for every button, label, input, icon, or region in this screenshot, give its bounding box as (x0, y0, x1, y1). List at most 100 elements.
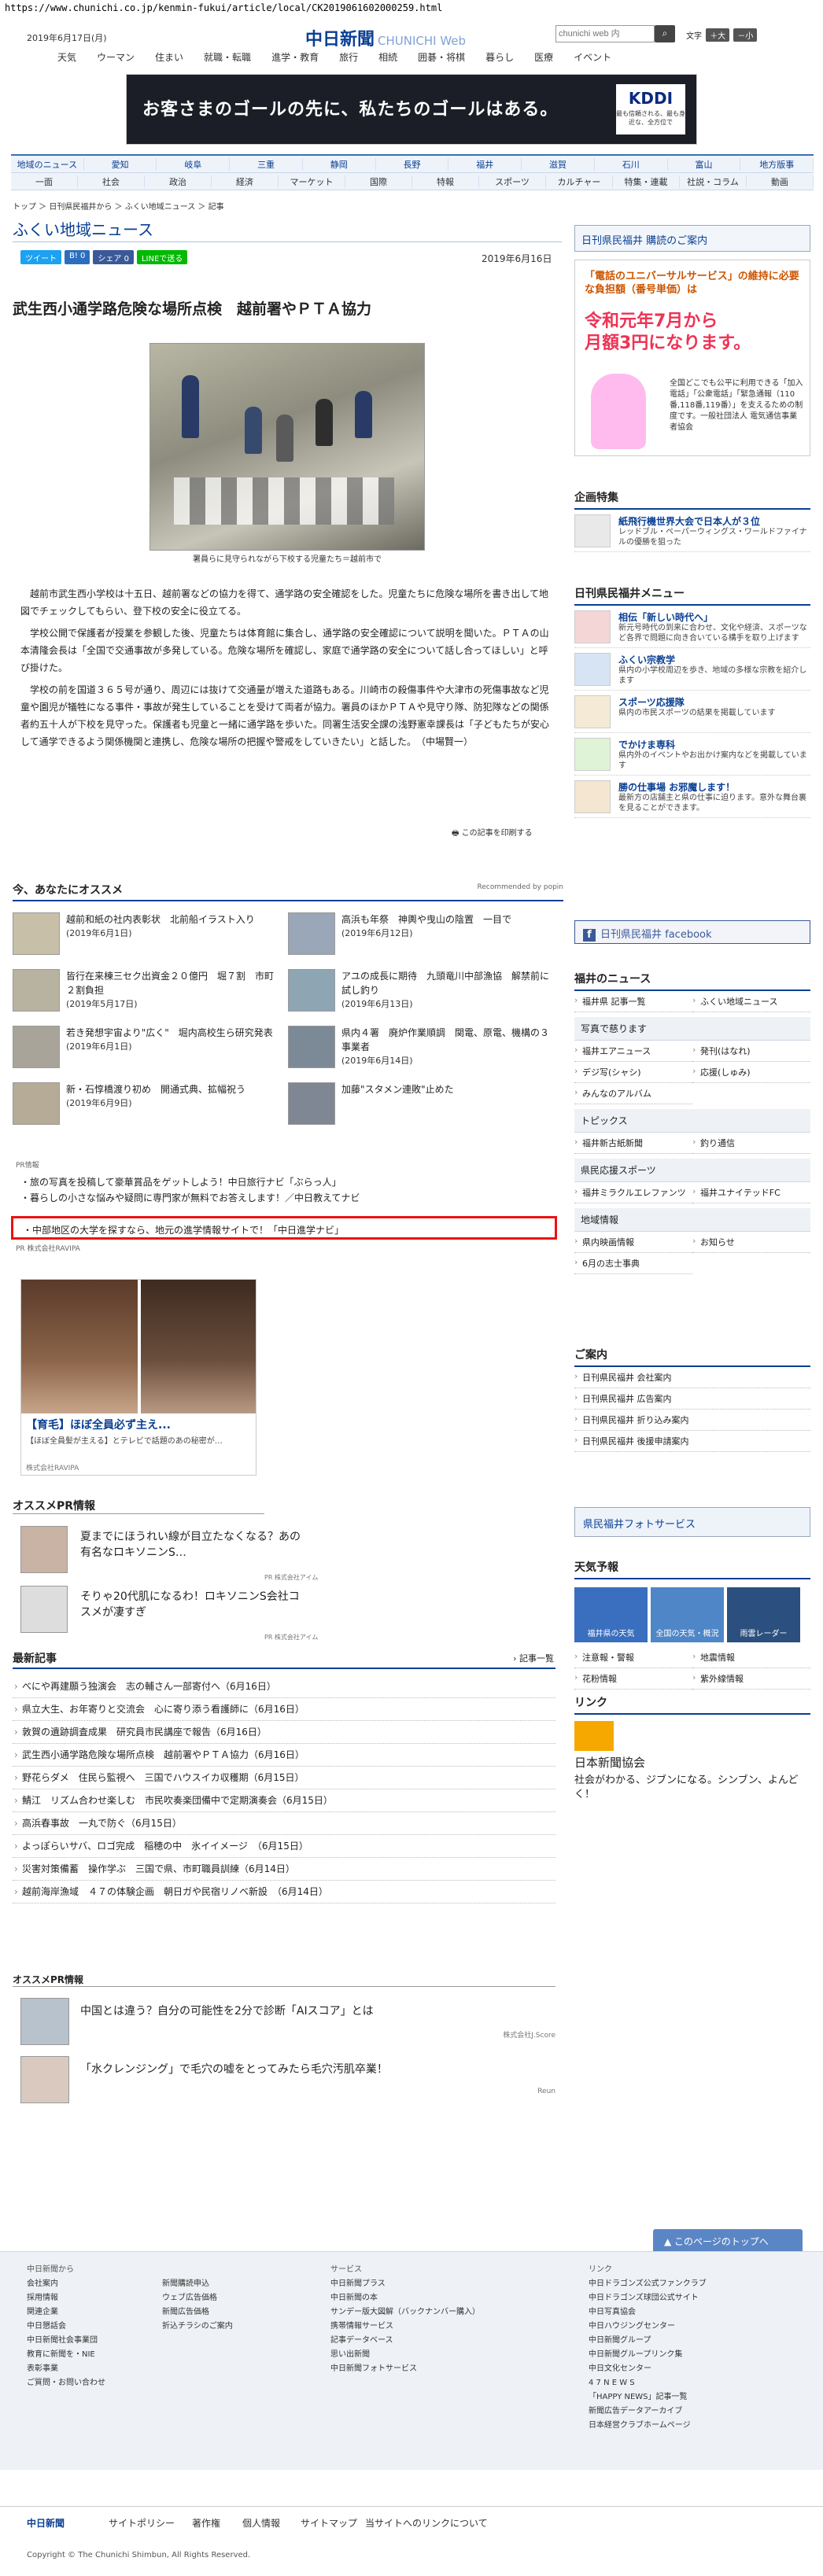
font-large-button[interactable]: ＋大 (706, 28, 730, 42)
region-nav-item[interactable]: 福井 (448, 157, 522, 171)
top-nav-item[interactable]: ウーマン (87, 50, 145, 64)
reco-item[interactable]: 新・石惇橋渡り初め 開通式典、拡幅祝う (2019年6月9日) (13, 1082, 280, 1128)
highlighted-pr-link[interactable]: ・中部地区の大学を探すなら、地元の進学情報サイトで！「中日進学ナビ」 (11, 1216, 557, 1240)
section-nav-item[interactable]: 社説・コラム (680, 175, 747, 188)
photo-link[interactable]: みんなのアルバム (574, 1083, 692, 1104)
hatena-button[interactable]: B! 0 (65, 250, 90, 264)
section-nav-item[interactable]: マーケット (279, 175, 345, 188)
fukui-news-link[interactable]: 福井県 記事一覧 (574, 991, 692, 1012)
photo-link[interactable]: 福井エアニュース (574, 1041, 692, 1062)
section-nav-item[interactable]: 特報 (412, 175, 479, 188)
osusume2-item[interactable]: 中国とは違う？自分の可能性を2分で診断「AIスコア」とは 株式会社J.Score (20, 1998, 555, 2045)
kigyo-item[interactable]: 紙飛行機世界大会で日本人が３位 レッドブル・ペーパーウィングス・ワールドファイナ… (574, 510, 810, 552)
reco-item[interactable]: 加藤"スタメン連敗"止めた (288, 1082, 555, 1128)
fukui-news-link[interactable]: ふくい地域ニュース (692, 991, 810, 1012)
menu-item[interactable]: ふくい宗教学 県内の小学校周辺を歩き、地域の多様な宗教を紹介します (574, 648, 810, 691)
facebook-link[interactable]: f 日刊県民福井 facebook (574, 920, 810, 944)
top-nav-item[interactable]: 医療 (524, 50, 563, 64)
footer-link[interactable]: ウェブ広告価格 (162, 2291, 233, 2305)
region-nav-item[interactable]: 富山 (668, 157, 741, 171)
weather-link[interactable]: 注意報・警報 (574, 1647, 692, 1668)
pr-link[interactable]: ・旅の写真を投稿して豪華賞品をゲットしよう！中日旅行ナビ「ぶらっ人」 (20, 1175, 555, 1191)
subscription-link[interactable]: 日刊県民福井 購読のご案内 (574, 225, 810, 252)
news-list-link[interactable]: › 記事一覧 (513, 1652, 554, 1664)
reco-item[interactable]: 高浜も年祭 神輿や曳山の陰置 一目で (2019年6月12日) (288, 912, 555, 958)
top-nav-item[interactable]: 進学・教育 (261, 50, 329, 64)
footer-link[interactable]: 中日写真協会 (589, 2305, 707, 2320)
news-item[interactable]: 県立大生、お年寄りと交流会 心に寄り添う看護師に（6月16日） (13, 1698, 555, 1721)
url-bar[interactable]: https://www.chunichi.co.jp/kenmin-fukui/… (0, 0, 823, 16)
reco-item[interactable]: 県内４署 廃炉作業順調 関電、原電、機構の３事業者 (2019年6月14日) (288, 1026, 555, 1071)
news-item[interactable]: べにや再建願う独演会 志の輔さん一部寄付へ（6月16日） (13, 1675, 555, 1698)
article-photo[interactable] (149, 343, 425, 551)
photo-service-link[interactable]: 県民福井フォトサービス (574, 1507, 810, 1537)
footer-link[interactable]: 思い出新聞 (330, 2348, 480, 2362)
footer-link[interactable]: 中日新聞社会事業団 (27, 2334, 105, 2348)
footer-link[interactable]: 中日懇話会 (27, 2320, 105, 2334)
footer-link[interactable]: 中日新聞の本 (330, 2291, 480, 2305)
section-nav-item[interactable]: 政治 (145, 175, 212, 188)
region-nav-item[interactable]: 地域のニュース (11, 157, 84, 171)
section-nav-item[interactable]: 動画 (747, 175, 814, 188)
link-name[interactable]: 日本新聞協会 (574, 1754, 810, 1771)
weather-link[interactable]: 地震情報 (692, 1647, 810, 1668)
footer-link[interactable]: 中日ドラゴンズ公式ファンクラブ (589, 2277, 707, 2291)
weather-tile-radar[interactable]: 雨雲レーダー (727, 1587, 800, 1642)
footer-link[interactable]: 新聞広告データアーカイブ (589, 2405, 707, 2419)
top-nav-item[interactable]: 囲碁・将棋 (408, 50, 475, 64)
section-nav-item[interactable]: スポーツ (479, 175, 546, 188)
guide-link[interactable]: 日刊県民福井 後援申請案内 (574, 1431, 810, 1452)
search-input[interactable] (555, 25, 655, 42)
footer-link[interactable]: 携帯情報サービス (330, 2320, 480, 2334)
footer-link[interactable]: 日本経営クラブホームページ (589, 2419, 707, 2433)
weather-tile-national[interactable]: 全国の天気・概況 (651, 1587, 724, 1642)
footer-link[interactable]: 会社案内 (27, 2277, 105, 2291)
footer-link[interactable]: 記事データベース (330, 2334, 480, 2348)
breadcrumb[interactable]: トップ ＞ 日刊県民福井から ＞ ふくい地域ニュース ＞ 記事 (13, 200, 224, 212)
footer-link[interactable]: 新聞購読申込 (162, 2277, 233, 2291)
news-item[interactable]: 鯖江 リズム合わせ楽しむ 市民吹奏楽団備中で定期演奏会（6月15日） (13, 1789, 555, 1812)
top-nav-item[interactable]: 相続 (368, 50, 408, 64)
footer-bottom-link[interactable]: サイトポリシー (109, 2516, 175, 2530)
tweet-button[interactable]: ツイート (20, 250, 61, 264)
menu-item[interactable]: スポーツ応援隊 県内の市民スポーツの結果を掲載しています (574, 691, 810, 733)
region-nav-item[interactable]: 地方版事 (740, 157, 814, 171)
footer-link[interactable]: ご質問・お問い合わせ (27, 2376, 105, 2390)
search-button[interactable]: ⌕ (655, 25, 675, 42)
topics-link[interactable]: 釣り通信 (692, 1133, 810, 1154)
footer-link[interactable]: 関連企業 (27, 2305, 105, 2320)
region-nav-item[interactable]: 静岡 (303, 157, 376, 171)
photo-link[interactable]: 応援(しゅみ) (692, 1062, 810, 1083)
footer-link[interactable]: 折込チラシのご案内 (162, 2320, 233, 2334)
news-item[interactable]: 災害対策備蓄 操作学ぶ 三国で県、市町職員訓練（6月14日） (13, 1858, 555, 1881)
footer-logo[interactable]: 中日新聞 (27, 2516, 65, 2530)
weather-link[interactable]: 花粉情報 (574, 1668, 692, 1690)
section-nav-item[interactable]: 社会 (78, 175, 145, 188)
site-logo[interactable]: 中日新聞 CHUNICHI Web (305, 25, 466, 50)
universal-service-ad[interactable]: 「電話のユニバーサルサービス」の維持に必要な負担額（番号単価）は 令和元年7月か… (574, 260, 810, 456)
news-item[interactable]: 武生西小通学路危険な場所点検 越前署やＰＴＡ協力（6月16日） (13, 1744, 555, 1767)
footer-link[interactable]: 「HAPPY NEWS」記事一覧 (589, 2390, 707, 2405)
footer-link[interactable]: 4 7 N E W S (589, 2376, 707, 2390)
footer-bottom-link[interactable]: 個人情報 (242, 2516, 280, 2530)
footer-link[interactable]: 教育に新聞を・NIE (27, 2348, 105, 2362)
footer-link[interactable]: 採用情報 (27, 2291, 105, 2305)
reco-item[interactable]: 皆行在来棟三セク出資金２０億円 堀７割 市町２割負担 (2019年5月17日) (13, 969, 280, 1015)
top-nav-item[interactable]: 住まい (145, 50, 194, 64)
guide-link[interactable]: 日刊県民福井 広告案内 (574, 1388, 810, 1410)
print-link[interactable]: 🖶 この記事を印刷する (452, 826, 533, 841)
footer-link[interactable]: 中日ドラゴンズ球団公式サイト (589, 2291, 707, 2305)
section-nav-item[interactable]: 国際 (345, 175, 412, 188)
footer-link[interactable]: 中日新聞グループリンク集 (589, 2348, 707, 2362)
back-to-top-button[interactable]: ▲ このページのトップへ (653, 2229, 803, 2251)
news-item[interactable]: 高浜春事故 一丸で防ぐ（6月15日） (13, 1812, 555, 1835)
footer-bottom-link[interactable]: 著作権 (192, 2516, 220, 2530)
font-small-button[interactable]: －小 (733, 28, 758, 42)
sports-link[interactable]: 福井ユナイテッドFC (692, 1182, 810, 1203)
footer-link[interactable]: 中日ハウジングセンター (589, 2320, 707, 2334)
section-nav-item[interactable]: 特集・連載 (613, 175, 680, 188)
news-item[interactable]: よっぽらいサバ、ロゴ完成 稲穂の中 氷イイメージ （6月15日） (13, 1835, 555, 1858)
weather-link[interactable]: 紫外線情報 (692, 1668, 810, 1690)
news-item[interactable]: 野花らダメ 住民ら監視へ 三国でハウスイカ収穫期（6月15日） (13, 1767, 555, 1789)
local-info-link[interactable]: お知らせ (692, 1232, 810, 1253)
